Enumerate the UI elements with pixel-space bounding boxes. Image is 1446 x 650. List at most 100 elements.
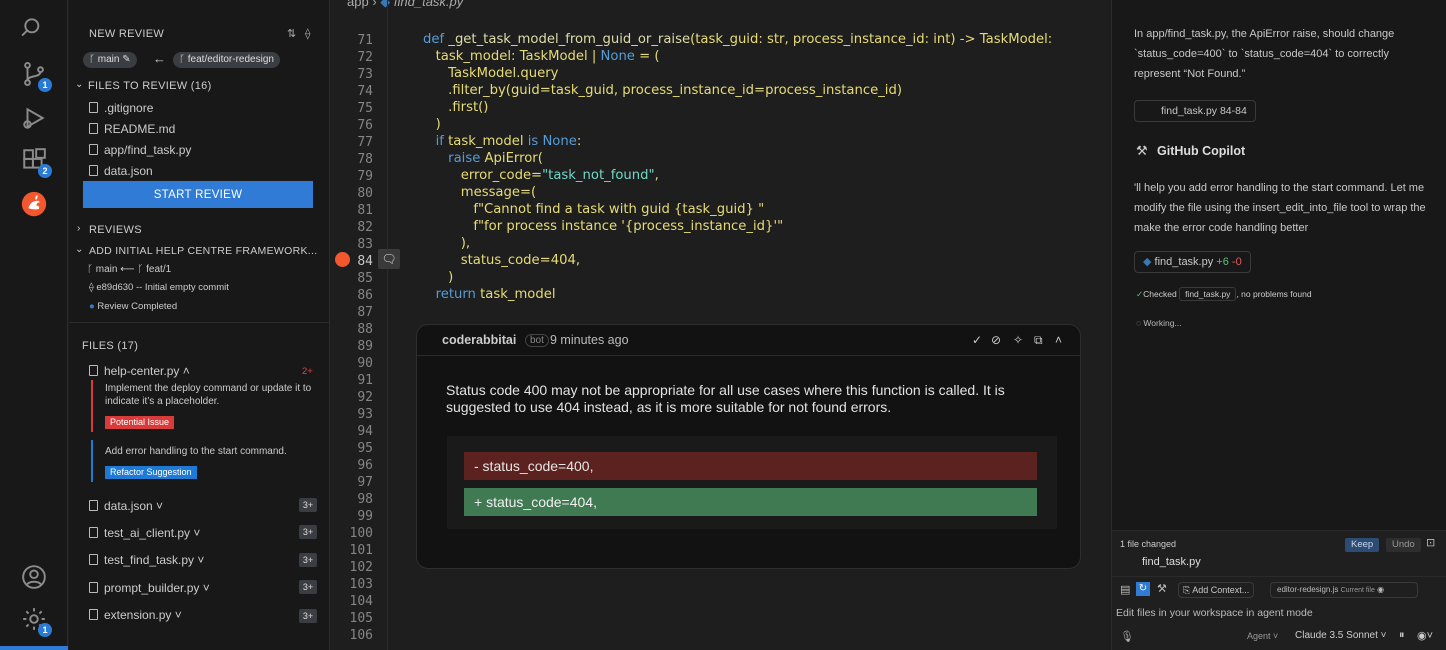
model-select[interactable]: Claude 3.5 Sonnet ˅ [1295,630,1386,641]
file-icon [89,144,98,155]
activity-bar: 1 2 1 [0,0,68,650]
file-entry[interactable]: test_ai_client.py ˅ [89,526,200,540]
base-branch-pill[interactable]: ᚴ main ✎ [83,52,137,68]
file-entry[interactable]: help-center.py ˄ [89,364,190,378]
reference-chip[interactable]: find_task.py 84-84 [1134,100,1256,122]
divider [69,322,330,323]
coderabbit-marker-icon[interactable] [335,252,350,267]
file-count: 2+ [302,366,313,377]
review-status: ● Review Completed [89,301,178,312]
user-message: In app/find_task.py, the ApiError raise,… [1134,28,1395,80]
gear-icon[interactable]: 1 [18,603,52,637]
files-to-review-title[interactable]: FILES TO REVIEW (16) [88,80,212,92]
file-item[interactable]: README.md [89,122,175,136]
file-entry[interactable]: extension.py ˅ [89,608,182,622]
reviews-title[interactable]: REVIEWS [89,224,142,236]
line-number: 80 [357,186,373,201]
line-number: 87 [357,305,373,320]
attach-icon[interactable]: ▤ [1120,583,1130,596]
file-entry[interactable]: prompt_builder.py ˅ [89,581,210,595]
chevron-up-icon[interactable]: ˄ [1055,333,1062,347]
issue-marker [91,380,93,432]
file-count: 3+ [299,498,317,512]
copilot-name: GitHub Copilot [1157,144,1246,158]
commit-icon[interactable]: ⟠ [305,27,310,40]
issue-text[interactable]: Implement the deploy command or update i… [105,383,320,408]
chevron-down-icon[interactable]: ⌄ [75,79,83,90]
line-number: 90 [357,356,373,371]
line-number: 105 [349,611,373,626]
copilot-chat-panel: In app/find_task.py, the ApiError raise,… [1111,0,1446,650]
run-debug-icon[interactable] [18,102,50,134]
file-icon [89,123,98,134]
file-icon [89,500,98,511]
pause-icon[interactable]: ⏸ [1399,629,1405,642]
code-editor[interactable]: app › ◆ find_task.py 71 72 73 74 75 76 77 78 79 8… [331,0,1110,650]
file-entry[interactable]: data.json ˅ [89,499,163,513]
arrow-left-icon: ← [153,51,166,66]
extensions-badge: 2 [38,164,52,178]
review-branches: ᚴ main ⟵ ᚴ feat/1 [87,264,172,275]
line-number: 74 [357,84,373,99]
line-number: 86 [357,288,373,303]
compare-icon[interactable]: ⇅ [287,27,296,40]
chevron-down-icon[interactable]: ⌄ [75,244,83,255]
file-icon [89,102,98,113]
checked-status: ✓Checked find_task.py, no problems found [1136,287,1312,301]
comment-author[interactable]: coderabbitai [442,333,516,347]
extensions-icon[interactable]: 2 [18,144,52,178]
issue-text[interactable]: Add error handling to the start command. [105,446,287,457]
file-item[interactable]: .gitignore [89,101,153,115]
line-number: 72 [357,50,373,65]
edited-file-chip[interactable]: ◆ find_task.py +6 -0 [1134,251,1251,273]
chevron-right-icon[interactable]: › [77,223,80,234]
line-number: 83 [357,237,373,252]
source-control-icon[interactable]: 1 [18,58,52,92]
line-number: 92 [357,390,373,405]
account-icon[interactable] [18,561,50,593]
tools-icon[interactable]: ⚒ [1157,582,1167,595]
microphone-icon[interactable]: 🎙 [1120,630,1134,643]
file-count: 3+ [299,609,317,623]
start-review-button[interactable]: START REVIEW [83,181,313,208]
review-item-title[interactable]: ADD INITIAL HELP CENTRE FRAMEWORK... [89,245,317,257]
line-number: 101 [349,543,373,558]
mode-select[interactable]: Agent ˅ [1247,631,1278,641]
file-entry[interactable]: test_find_task.py ˅ [89,553,204,567]
expand-icon[interactable]: ⊡ [1426,536,1435,549]
ignore-icon[interactable]: ⊘ [991,333,1001,347]
send-icon[interactable]: ◉˅ [1417,629,1433,642]
gutter-divider [387,0,388,650]
base-branch-label: main [97,54,120,65]
file-icon [89,165,98,176]
coderabbit-icon[interactable] [18,188,50,220]
copy-icon[interactable]: ⧉ [1034,333,1043,348]
settings-badge: 1 [38,623,52,637]
refresh-icon[interactable]: ↻ [1136,582,1150,596]
review-comment-card: coderabbitai bot 9 minutes ago ✓ ⊘ ✧ ⧉ ˄… [416,324,1081,569]
comment-icon[interactable]: 🗨 [378,249,400,269]
potential-issue-tag: Potential Issue [105,416,175,429]
line-number: 79 [357,169,373,184]
line-number: 96 [357,458,373,473]
line-number: 102 [349,560,373,575]
chat-input[interactable]: Edit files in your workspace in agent mo… [1116,607,1313,619]
undo-button[interactable]: Undo [1386,538,1421,552]
review-commit[interactable]: ⟠ e89d630 -- Initial empty commit [89,282,229,293]
file-item[interactable]: app/find_task.py [89,143,191,157]
line-number: 93 [357,407,373,422]
sparkle-icon[interactable]: ✧ [1013,333,1023,347]
keep-button[interactable]: Keep [1345,538,1380,552]
feature-branch-pill[interactable]: ᚴ feat/editor-redesign [173,52,280,68]
current-file-chip[interactable]: editor-redesign.js Current file ◉ [1270,582,1418,598]
scm-badge: 1 [38,78,52,92]
add-context-button[interactable]: ⎘ Add Context... [1178,582,1255,598]
changed-file[interactable]: find_task.py [1142,556,1201,568]
file-item[interactable]: data.json [89,164,153,178]
search-icon[interactable] [18,12,50,44]
check-icon[interactable]: ✓ [972,333,982,347]
line-number: 75 [357,101,373,116]
line-number: 94 [357,424,373,439]
line-number: 82 [357,220,373,235]
line-number: 88 [357,322,373,337]
